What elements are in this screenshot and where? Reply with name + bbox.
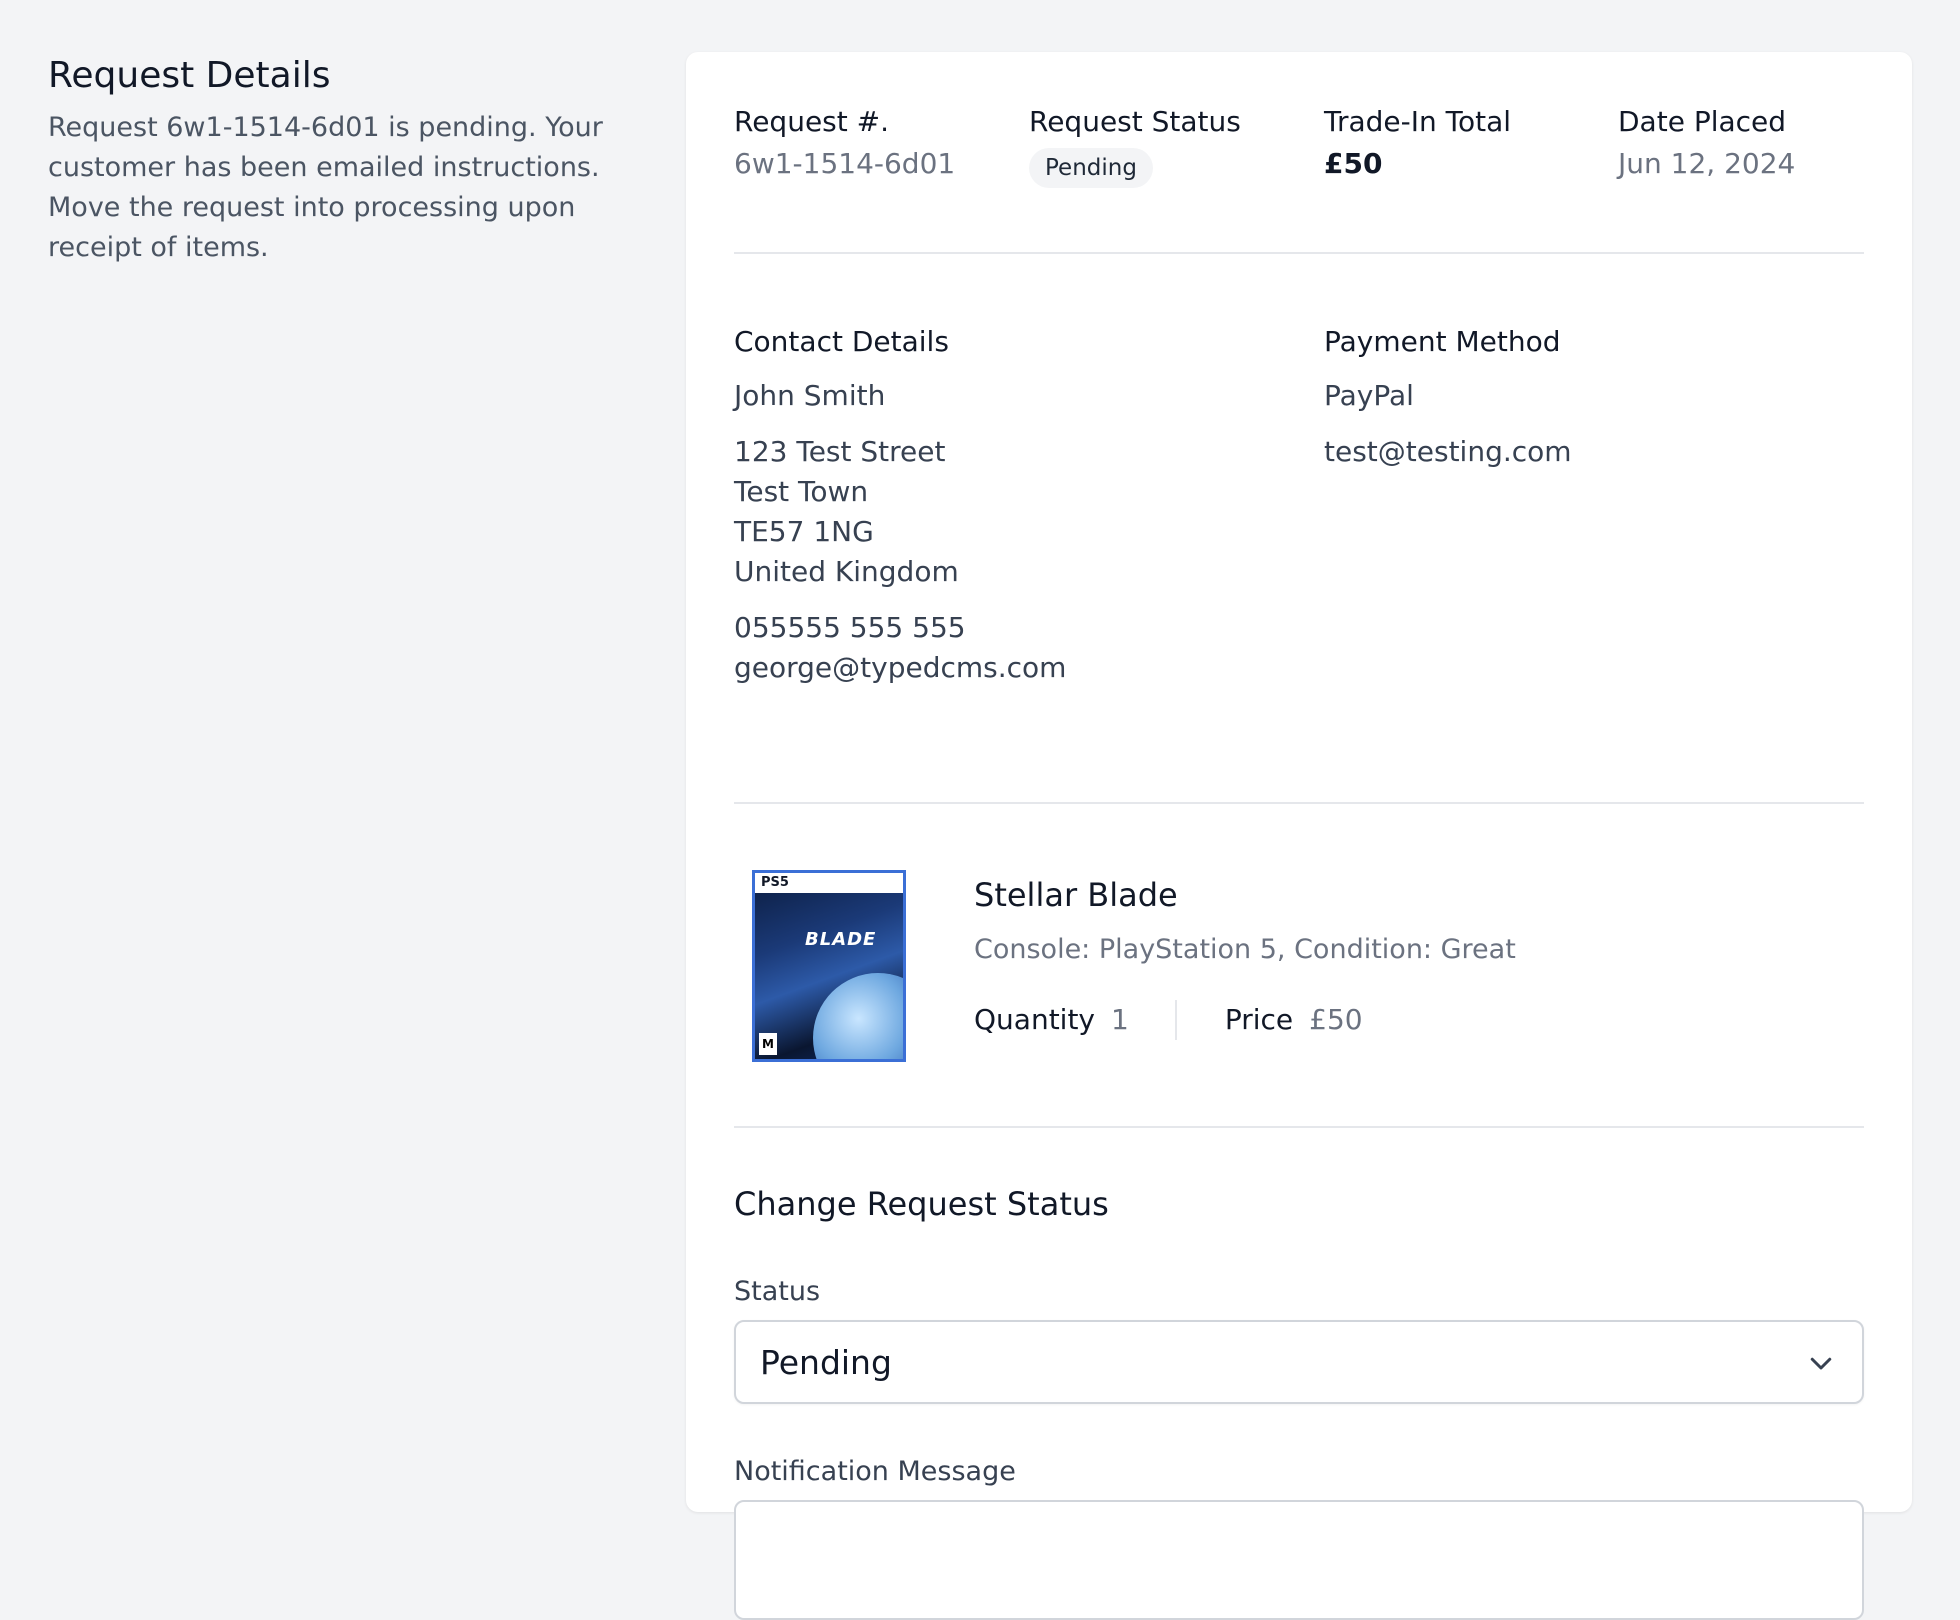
- date-placed-label: Date Placed: [1618, 105, 1787, 138]
- contact-name: John Smith: [734, 379, 886, 412]
- request-number-block: Request #. 6w1-1514-6d01: [734, 100, 1014, 184]
- status-field-label: Status: [734, 1276, 821, 1307]
- product-cover-image: PS5 BLADE M: [752, 870, 906, 1062]
- request-number-value: 6w1-1514-6d01: [734, 147, 956, 180]
- status-badge: Pending: [1029, 148, 1153, 188]
- product-info: Stellar Blade Console: PlayStation 5, Co…: [974, 870, 1854, 1040]
- page-title: Request Details: [48, 55, 331, 96]
- form-title: Change Request Status: [734, 1185, 1109, 1223]
- cover-title: BLADE: [805, 929, 877, 950]
- quantity-label: Quantity: [974, 1003, 1095, 1036]
- payment-method-value: PayPal: [1324, 379, 1414, 412]
- contact-phone: 055555 555 555: [734, 611, 966, 644]
- notification-message-label: Notification Message: [734, 1456, 1016, 1487]
- payment-method-label: Payment Method: [1324, 325, 1561, 358]
- date-placed-block: Date Placed Jun 12, 2024: [1618, 100, 1898, 184]
- contact-details: Contact Details John Smith 123 Test Stre…: [734, 320, 1294, 688]
- chevron-down-icon: [1806, 1348, 1836, 1382]
- trade-in-total-label: Trade-In Total: [1324, 105, 1512, 138]
- product-item: PS5 BLADE M Stellar Blade Console: PlayS…: [734, 804, 1864, 1128]
- quantity-price-row: Quantity 1 Price £50: [974, 1000, 1854, 1040]
- quantity-value: 1: [1111, 1003, 1129, 1036]
- contact-email: george@typedcms.com: [734, 651, 1067, 684]
- payment-method: Payment Method PayPal test@testing.com: [1324, 320, 1884, 472]
- request-status-block: Request Status Pending: [1029, 100, 1309, 188]
- price-value: £50: [1309, 1003, 1363, 1036]
- address-line: TE57 1NG: [734, 515, 874, 548]
- status-select-value: Pending: [760, 1343, 892, 1382]
- age-rating-badge: M: [759, 1033, 777, 1055]
- request-summary: Request #. 6w1-1514-6d01 Request Status …: [734, 100, 1864, 254]
- cover-art-planet: [813, 973, 903, 1059]
- platform-label: PS5: [755, 873, 903, 893]
- status-select[interactable]: Pending: [734, 1320, 1864, 1404]
- contact-details-label: Contact Details: [734, 325, 949, 358]
- date-placed-value: Jun 12, 2024: [1618, 147, 1796, 180]
- trade-in-total-value: £50: [1324, 147, 1383, 180]
- divider: [1174, 1000, 1177, 1040]
- page-description: Request 6w1-1514-6d01 is pending. Your c…: [48, 112, 603, 263]
- request-card: Request #. 6w1-1514-6d01 Request Status …: [686, 52, 1912, 1620]
- trade-in-total-block: Trade-In Total £50: [1324, 100, 1604, 184]
- request-details-intro: Request Details Request 6w1-1514-6d01 is…: [48, 50, 608, 268]
- address-line: Test Town: [734, 475, 869, 508]
- request-status-label: Request Status: [1029, 105, 1241, 138]
- payment-email: test@testing.com: [1324, 435, 1572, 468]
- change-status-form: Change Request Status Status Pending Not…: [734, 1128, 1864, 1620]
- request-number-label: Request #.: [734, 105, 889, 138]
- contact-payment-section: Contact Details John Smith 123 Test Stre…: [734, 320, 1864, 804]
- product-name: Stellar Blade: [974, 876, 1178, 914]
- address-line: 123 Test Street: [734, 435, 946, 468]
- contact-address: 123 Test Street Test Town TE57 1NG Unite…: [734, 432, 1294, 592]
- product-meta: Console: PlayStation 5, Condition: Great: [974, 934, 1516, 965]
- price-label: Price: [1224, 1003, 1294, 1036]
- address-line: United Kingdom: [734, 555, 959, 588]
- notification-message-field[interactable]: [734, 1500, 1864, 1620]
